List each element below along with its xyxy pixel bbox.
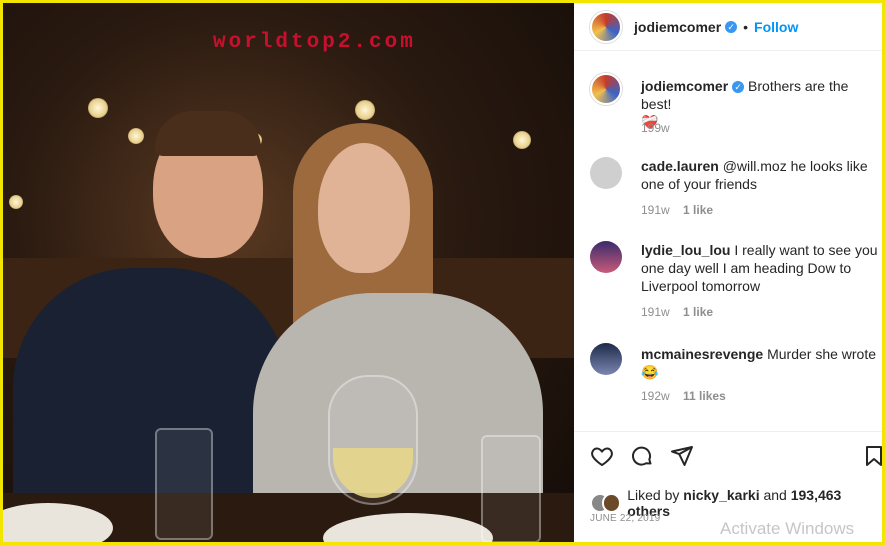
avatar[interactable] — [590, 157, 622, 189]
bookmark-icon[interactable] — [862, 444, 885, 468]
avatar[interactable] — [590, 241, 622, 273]
comment-username[interactable]: mcmainesrevenge — [641, 346, 763, 362]
liked-by-user[interactable]: nicky_karki — [683, 487, 759, 503]
avatar[interactable] — [590, 343, 622, 375]
heart-icon[interactable] — [590, 444, 614, 468]
follow-button[interactable]: Follow — [754, 19, 798, 35]
comment-time: 192w — [641, 389, 670, 403]
avatar[interactable] — [590, 10, 622, 43]
comments-list[interactable]: jodiemcomer ✓ Brothers are the best! ❤️‍🩹… — [574, 61, 882, 426]
comment-username[interactable]: lydie_lou_lou — [641, 242, 730, 258]
activate-windows-text: Activate Windows — [720, 519, 855, 538]
share-icon[interactable] — [670, 444, 694, 468]
liked-by-and: and — [763, 487, 787, 503]
watermark-text: worldtop2.com — [213, 31, 416, 54]
liker-avatar — [601, 493, 622, 513]
post-date: JUNE 22, 2019 — [590, 513, 661, 524]
comment-username[interactable]: jodiemcomer — [641, 78, 728, 94]
comment-likes[interactable]: 1 like — [683, 305, 713, 319]
comment-time: 191w — [641, 203, 670, 217]
separator-dot: • — [743, 18, 749, 35]
post-side-panel: jodiemcomer ✓ • Follow jodiemcomer ✓ Brot… — [574, 3, 882, 542]
comment-time: 191w — [641, 305, 670, 319]
post-header: jodiemcomer ✓ • Follow — [574, 3, 882, 51]
person-right-face — [318, 143, 410, 273]
comment-likes[interactable]: 1 like — [683, 203, 713, 217]
action-bar — [574, 431, 882, 479]
comment-username[interactable]: cade.lauren — [641, 158, 719, 174]
comment-likes[interactable]: 11 likes — [683, 389, 726, 403]
verified-icon: ✓ — [725, 20, 738, 33]
avatar[interactable] — [590, 73, 622, 105]
water-glass — [155, 428, 213, 540]
post-photo[interactable]: worldtop2.com — [3, 3, 574, 542]
caption-time: 199w — [641, 121, 670, 135]
username[interactable]: jodiemcomer — [634, 19, 721, 35]
comment-icon[interactable] — [630, 444, 654, 468]
verified-icon: ✓ — [732, 81, 745, 94]
liked-by-prefix: Liked by — [627, 487, 680, 503]
